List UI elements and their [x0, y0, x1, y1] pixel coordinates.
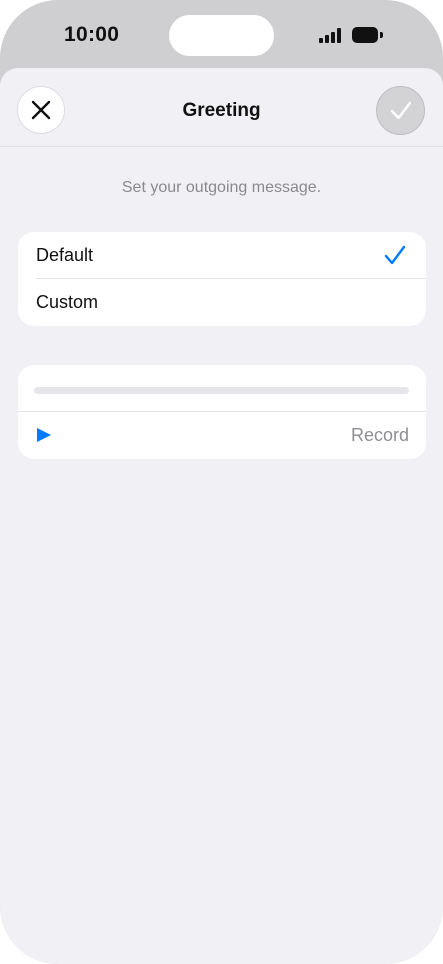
recording-panel: Record	[18, 365, 426, 459]
row-divider	[18, 411, 426, 412]
phone-frame: 10:00 Greeting Set your outgoing message…	[0, 0, 443, 964]
nav-bar: Greeting	[0, 68, 443, 147]
status-bar: 10:00	[0, 0, 443, 70]
done-button[interactable]	[376, 86, 425, 135]
play-button[interactable]	[32, 423, 56, 447]
greeting-description: Set your outgoing message.	[121, 179, 322, 196]
option-label: Default	[36, 245, 94, 265]
dynamic-island	[169, 15, 274, 56]
option-default[interactable]: Default	[18, 232, 426, 279]
playback-progress-bar[interactable]	[34, 387, 409, 394]
selected-checkmark-icon	[384, 245, 406, 265]
battery-icon	[352, 27, 383, 43]
status-time: 10:00	[64, 23, 120, 46]
play-icon	[37, 428, 51, 442]
cellular-signal-icon	[319, 28, 343, 43]
checkmark-icon	[390, 101, 411, 119]
option-label: Custom	[36, 292, 99, 312]
greeting-options-list: Default Custom	[18, 232, 426, 326]
record-button[interactable]: Record	[351, 425, 409, 446]
greeting-sheet: Greeting Set your outgoing message. Defa…	[0, 68, 443, 964]
option-custom[interactable]: Custom	[18, 279, 426, 326]
